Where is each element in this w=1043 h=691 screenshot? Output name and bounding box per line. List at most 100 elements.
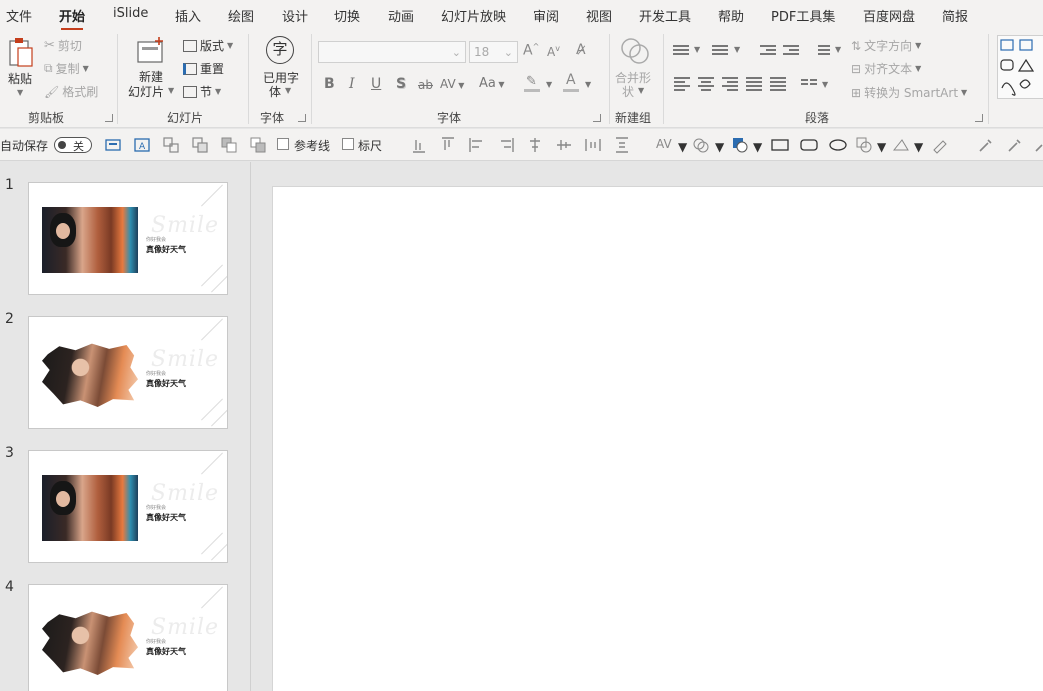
grow-font-icon[interactable]: A^: [523, 42, 539, 59]
align-right-objects-icon[interactable]: [497, 136, 515, 154]
reset-button[interactable]: 重置: [183, 60, 224, 77]
group-divider: [248, 34, 249, 124]
tab-baidu-netdisk[interactable]: 百度网盘: [863, 6, 915, 25]
tab-file[interactable]: 文件: [6, 6, 32, 25]
font-color-letter: A: [566, 72, 576, 88]
eraser-icon[interactable]: [1033, 136, 1043, 154]
align-bottom-icon[interactable]: [410, 136, 428, 154]
eyedropper-icon[interactable]: [977, 136, 995, 154]
text-box-icon[interactable]: A: [133, 136, 151, 154]
decrease-indent-icon[interactable]: [760, 44, 776, 56]
distribute-horizontal-icon[interactable]: [584, 136, 602, 154]
slide-thumbnails-pane[interactable]: 1 Smile 你好我会 真像好天气 2 Smile 你好我会 真像好天气 3 …: [0, 162, 251, 691]
format-painter-label: 格式刷: [62, 85, 99, 99]
distribute-vertical-icon[interactable]: [613, 136, 631, 154]
ellipse-shape-icon[interactable]: [829, 136, 847, 154]
copy-button[interactable]: ⧉ 复制 ▼: [44, 60, 89, 77]
highlight-button[interactable]: ✎: [524, 74, 542, 94]
format-painter-button[interactable]: 🖌 格式刷: [44, 83, 98, 100]
align-left-icon[interactable]: [674, 77, 690, 91]
tab-developer[interactable]: 开发工具: [639, 6, 691, 25]
new-slide-icon: [137, 37, 163, 63]
clear-formatting-icon[interactable]: A̷: [576, 42, 586, 58]
align-top-icon[interactable]: [439, 136, 457, 154]
slide-thumbnail-1[interactable]: Smile 你好我会 真像好天气: [28, 182, 228, 295]
numbering-icon[interactable]: [712, 44, 728, 56]
tab-draw[interactable]: 绘图: [228, 6, 254, 25]
layout-button[interactable]: 版式 ▼: [183, 37, 233, 54]
autosave-toggle[interactable]: 关: [54, 137, 92, 153]
change-case-button[interactable]: Aa ▼: [479, 76, 505, 91]
character-spacing-button[interactable]: AV ▼: [440, 77, 464, 91]
italic-button[interactable]: I: [349, 76, 355, 92]
bullets-icon[interactable]: [673, 44, 689, 56]
underline-button[interactable]: U: [371, 76, 381, 92]
distributed-icon[interactable]: [770, 77, 786, 91]
paragraph-launcher-icon[interactable]: [975, 114, 983, 122]
convert-smartart-button[interactable]: ⊞ 转换为 SmartArt ▼: [851, 84, 967, 101]
align-left-objects-icon[interactable]: [468, 136, 486, 154]
slide-thumbnail-2[interactable]: Smile 你好我会 真像好天气: [28, 316, 228, 429]
shrink-font-icon[interactable]: Av: [547, 44, 560, 59]
paste-button[interactable]: 粘贴 ▼: [4, 36, 36, 100]
current-slide-canvas[interactable]: [272, 186, 1043, 691]
font-name-combo[interactable]: ⌄: [318, 41, 466, 63]
bold-button[interactable]: B: [324, 76, 335, 92]
slide-thumbnail-4[interactable]: Smile 你好我会 真像好天气: [28, 584, 228, 691]
tab-transitions[interactable]: 切换: [334, 6, 360, 25]
ruler-checkbox[interactable]: [342, 138, 354, 150]
justify-icon[interactable]: [746, 77, 762, 91]
strikethrough-button[interactable]: ab: [418, 78, 433, 92]
edit-shape-icon[interactable]: [855, 136, 873, 154]
used-fonts-launcher-icon[interactable]: [298, 114, 306, 122]
char-spacing-quick-icon[interactable]: AV: [656, 137, 672, 151]
align-right-icon[interactable]: [722, 77, 738, 91]
tab-help[interactable]: 帮助: [718, 6, 744, 25]
section-button[interactable]: 节 ▼: [183, 83, 221, 100]
cut-button[interactable]: ✂ 剪切: [44, 37, 82, 54]
align-center-icon[interactable]: [698, 77, 714, 91]
tab-briefing[interactable]: 简报: [942, 6, 968, 25]
used-fonts-button[interactable]: 字 已用字 体 ▼: [258, 34, 304, 104]
tab-pdf-tools[interactable]: PDF工具集: [771, 6, 835, 25]
send-backward-icon[interactable]: [249, 136, 267, 154]
ungroup-objects-icon[interactable]: [191, 136, 209, 154]
text-shadow-button[interactable]: S: [396, 76, 406, 92]
increase-indent-icon[interactable]: [783, 44, 799, 56]
tab-review[interactable]: 审阅: [533, 6, 559, 25]
eyedropper-outline-icon[interactable]: [1006, 136, 1024, 154]
rectangle-shape-icon[interactable]: [771, 136, 789, 154]
rounded-rectangle-icon[interactable]: [800, 136, 818, 154]
align-text-button[interactable]: ⊟ 对齐文本 ▼: [851, 60, 921, 77]
merge-shapes-button[interactable]: 合并形 状 ▼: [613, 34, 657, 104]
tab-view[interactable]: 视图: [586, 6, 612, 25]
tab-design[interactable]: 设计: [282, 6, 308, 25]
text-direction-button[interactable]: ⇅ 文字方向 ▼: [851, 37, 921, 54]
format-brush-icon[interactable]: [931, 136, 949, 154]
group-objects-icon[interactable]: [162, 136, 180, 154]
shapes-gallery[interactable]: [997, 35, 1043, 99]
tab-animations[interactable]: 动画: [388, 6, 414, 25]
clipboard-launcher-icon[interactable]: [105, 114, 113, 122]
font-size-combo[interactable]: 18 ⌄: [469, 41, 518, 63]
tab-islide[interactable]: iSlide: [113, 6, 148, 21]
tab-home[interactable]: 开始: [59, 6, 85, 31]
guides-checkbox[interactable]: [277, 138, 289, 150]
chevron-down-icon: ▼: [495, 80, 505, 89]
line-spacing-icon[interactable]: [814, 44, 830, 56]
slide-thumbnail-3[interactable]: Smile 你好我会 真像好天气: [28, 450, 228, 563]
font-launcher-icon[interactable]: [593, 114, 601, 122]
columns-icon[interactable]: [801, 77, 817, 89]
new-slide-button[interactable]: 新建 幻灯片 ▼: [124, 34, 178, 102]
slide-sorter-icon[interactable]: [104, 136, 122, 154]
align-middle-icon[interactable]: [555, 136, 573, 154]
align-center-objects-icon[interactable]: [526, 136, 544, 154]
scissors-icon: ✂: [44, 38, 55, 53]
bring-forward-icon[interactable]: [220, 136, 238, 154]
tab-slideshow[interactable]: 幻灯片放映: [441, 6, 506, 25]
rotate-icon[interactable]: [892, 136, 910, 154]
merge-shapes-quick-icon[interactable]: [692, 136, 710, 154]
font-color-button[interactable]: A: [563, 72, 581, 94]
tab-insert[interactable]: 插入: [175, 6, 201, 25]
shape-fill-icon[interactable]: [731, 136, 749, 154]
